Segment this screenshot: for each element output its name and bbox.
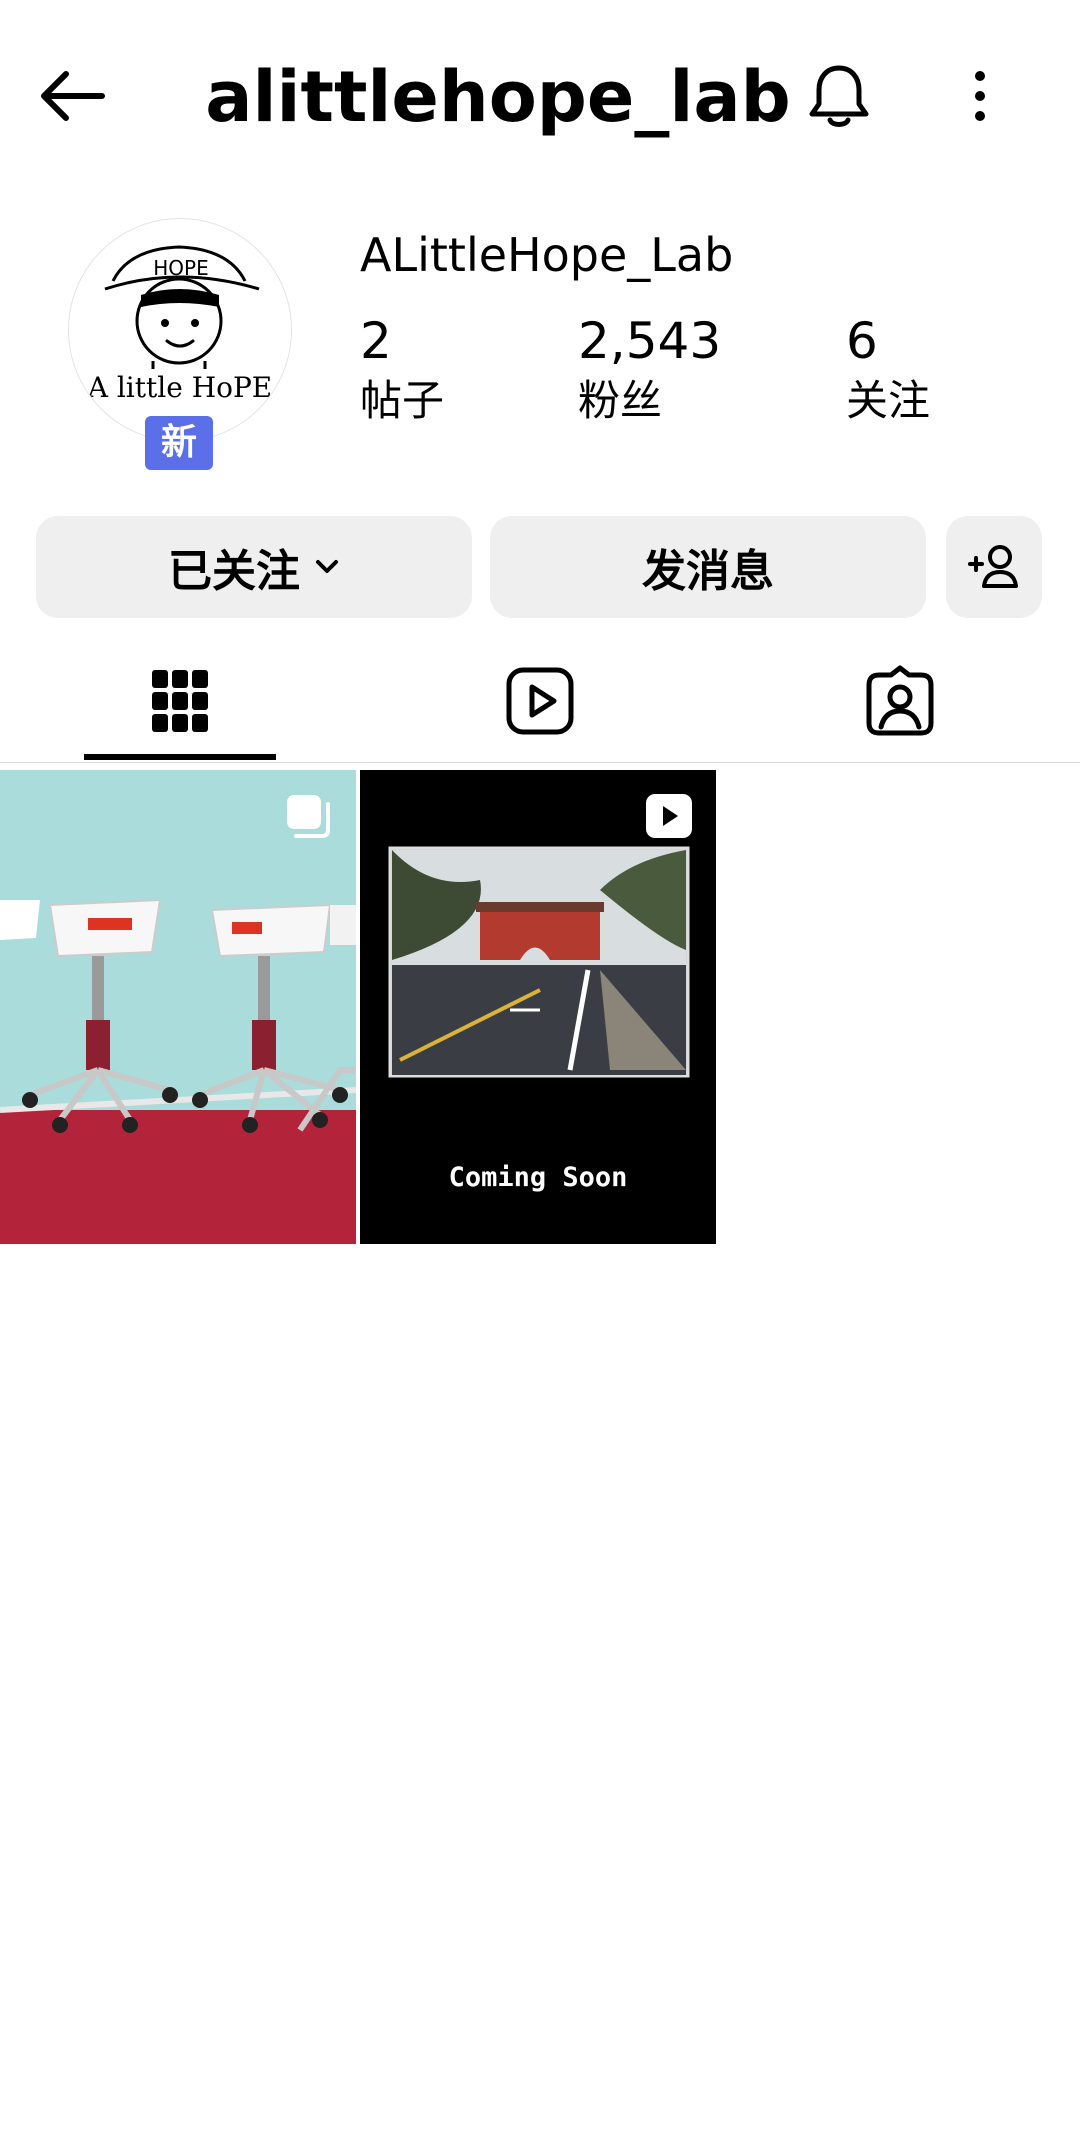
message-button[interactable]: 发消息 — [490, 516, 926, 618]
more-vertical-icon — [975, 71, 985, 121]
following-button-label: 已关注 — [168, 546, 300, 597]
new-badge: 新 — [145, 416, 213, 470]
tab-grid[interactable] — [0, 640, 360, 762]
followers-count: 2,543 — [578, 312, 722, 370]
tagged-icon — [866, 665, 934, 736]
display-name: ALittleHope_Lab — [360, 228, 734, 282]
reels-icon — [506, 667, 574, 735]
add-user-icon — [968, 545, 1018, 588]
post-caption: Coming Soon — [448, 1162, 628, 1193]
tab-reels[interactable] — [360, 640, 720, 762]
posts-label: 帖子 — [360, 376, 445, 425]
svg-text:HOPE: HOPE — [153, 256, 208, 280]
add-user-button[interactable] — [946, 516, 1042, 618]
svg-text:A little HoPE: A little HoPE — [87, 371, 273, 404]
more-options-button[interactable] — [960, 68, 1000, 128]
following-button[interactable]: 已关注 — [36, 516, 472, 618]
following-label: 关注 — [846, 376, 931, 425]
notifications-button[interactable] — [806, 62, 872, 132]
avatar-logo: HOPE A little HoPE — [87, 245, 273, 404]
avatar[interactable]: HOPE A little HoPE — [68, 218, 292, 442]
stat-posts[interactable]: 2 帖子 — [360, 310, 444, 430]
post-thumbnail[interactable] — [0, 770, 356, 1244]
stat-followers[interactable]: 2,543 粉丝 — [578, 310, 721, 430]
grid-icon — [152, 670, 208, 732]
top-bar: alittlehope_lab — [0, 0, 1080, 190]
followers-label: 粉丝 — [578, 376, 663, 425]
posts-count: 2 — [360, 312, 392, 370]
message-button-label: 发消息 — [642, 546, 774, 597]
chevron-down-icon — [316, 560, 338, 573]
page-title: alittlehope_lab — [0, 52, 1080, 142]
bell-icon — [809, 65, 869, 127]
username-text: alittlehope_lab — [205, 56, 791, 138]
play-icon — [644, 792, 694, 844]
profile-tabs — [0, 640, 1080, 763]
stat-following[interactable]: 6 关注 — [846, 310, 930, 430]
active-tab-indicator — [84, 754, 276, 760]
carousel-icon — [284, 792, 334, 846]
following-count: 6 — [846, 312, 878, 370]
tab-tagged[interactable] — [720, 640, 1080, 762]
post-thumbnail[interactable]: Coming Soon — [360, 770, 716, 1244]
